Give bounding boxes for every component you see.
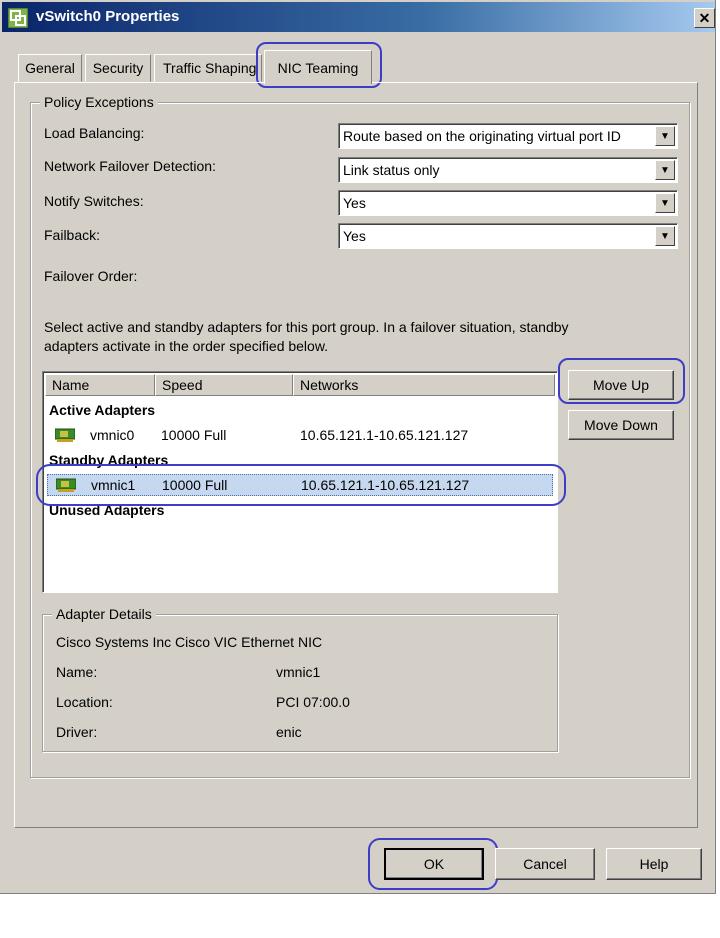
dropdown-arrow-icon[interactable]: ▼ — [655, 193, 675, 213]
details-driver-label: Driver: — [56, 724, 98, 740]
adapter-speed: 10000 Full — [161, 427, 227, 443]
annotation-highlight-ok — [368, 838, 498, 890]
failback-select[interactable]: Yes ▼ — [338, 223, 678, 249]
load-balancing-select[interactable]: Route based on the originating virtual p… — [338, 123, 678, 149]
dialog-window: vSwitch0 Properties ✕ General Security T… — [0, 0, 716, 894]
load-balancing-value: Route based on the originating virtual p… — [343, 128, 621, 144]
failover-description-line2: adapters activate in the order specified… — [44, 338, 329, 354]
column-header-speed[interactable]: Speed — [155, 374, 293, 396]
notify-switches-label: Notify Switches: — [44, 193, 144, 209]
window-title: vSwitch0 Properties — [36, 8, 180, 25]
dropdown-arrow-icon[interactable]: ▼ — [655, 226, 675, 246]
adapter-row-vmnic0[interactable]: vmnic0 10000 Full 10.65.121.1-10.65.121.… — [47, 424, 553, 446]
load-balancing-label: Load Balancing: — [44, 125, 145, 141]
dropdown-arrow-icon[interactable]: ▼ — [655, 126, 675, 146]
details-location-value: PCI 07:00.0 — [276, 694, 350, 710]
cancel-button[interactable]: Cancel — [495, 848, 595, 880]
tab-traffic-shaping[interactable]: Traffic Shaping — [154, 54, 262, 82]
failover-detection-value: Link status only — [343, 162, 440, 178]
failback-value: Yes — [343, 228, 366, 244]
column-header-name[interactable]: Name — [45, 374, 155, 396]
help-button[interactable]: Help — [606, 848, 702, 880]
tab-general[interactable]: General — [18, 54, 82, 82]
notify-switches-select[interactable]: Yes ▼ — [338, 190, 678, 216]
failover-detection-select[interactable]: Link status only ▼ — [338, 157, 678, 183]
column-header-networks[interactable]: Networks — [293, 374, 555, 396]
failover-order-label: Failover Order: — [44, 268, 138, 284]
close-icon: ✕ — [698, 10, 711, 26]
network-card-icon — [55, 428, 75, 442]
details-location-label: Location: — [56, 694, 113, 710]
policy-exceptions-legend: Policy Exceptions — [40, 94, 158, 110]
tab-security[interactable]: Security — [85, 54, 151, 82]
dropdown-arrow-icon[interactable]: ▼ — [655, 160, 675, 180]
notify-switches-value: Yes — [343, 195, 366, 211]
tab-nic-teaming[interactable]: NIC Teaming — [264, 50, 372, 84]
active-adapters-heading: Active Adapters — [49, 402, 156, 418]
adapter-networks: 10.65.121.1-10.65.121.127 — [300, 427, 469, 443]
title-bar[interactable]: vSwitch0 Properties ✕ — [2, 2, 715, 32]
failover-description-line1: Select active and standby adapters for t… — [44, 319, 569, 335]
close-button[interactable]: ✕ — [694, 8, 715, 28]
failback-label: Failback: — [44, 227, 101, 243]
adapter-details-legend: Adapter Details — [52, 606, 156, 622]
details-name-value: vmnic1 — [276, 664, 321, 680]
details-driver-value: enic — [276, 724, 302, 740]
move-down-button[interactable]: Move Down — [568, 410, 674, 440]
annotation-highlight-move-up — [558, 358, 685, 404]
vsphere-app-icon — [8, 8, 28, 28]
adapter-description: Cisco Systems Inc Cisco VIC Ethernet NIC — [56, 634, 323, 650]
details-name-label: Name: — [56, 664, 98, 680]
annotation-highlight-row — [36, 464, 566, 506]
adapter-name: vmnic0 — [90, 427, 135, 443]
failover-detection-label: Network Failover Detection: — [44, 158, 216, 174]
